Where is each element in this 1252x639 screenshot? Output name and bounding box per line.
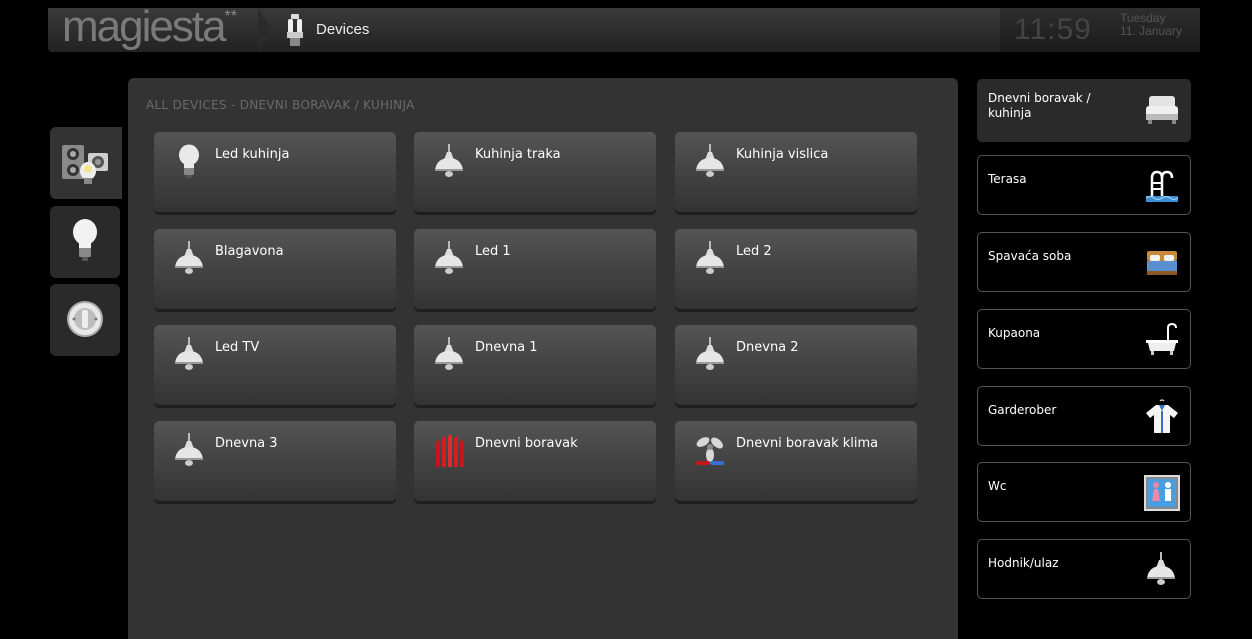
device-tile[interactable]: Blagavona [154, 229, 396, 309]
room-button[interactable]: Spavaća soba [977, 232, 1191, 292]
lamp-icon [1144, 552, 1180, 588]
room-label: Hodnik/ulaz [988, 556, 1059, 570]
room-label: Dnevni boravak / kuhinja [988, 91, 1091, 120]
device-label: Dnevni boravak [475, 436, 578, 451]
sofa-icon [1144, 92, 1180, 128]
device-tile[interactable]: Kuhinja vislica [675, 132, 917, 212]
lamp-icon [693, 241, 727, 277]
logo-text: magiesta [62, 2, 227, 51]
lamp-icon [432, 241, 466, 277]
room-label: Wc [988, 479, 1007, 493]
bulb-icon [172, 144, 206, 180]
device-label: Kuhinja traka [475, 147, 561, 162]
shirt-icon [1144, 399, 1180, 435]
lamp-icon [693, 144, 727, 180]
lamp-icon [432, 337, 466, 373]
device-label: Dnevni boravak klima [736, 436, 879, 451]
pool-icon [1144, 168, 1180, 204]
clock-date: Tuesday 11. January [1120, 12, 1182, 38]
lamp-icon [693, 337, 727, 373]
bed-icon [1144, 245, 1180, 281]
device-label: Led TV [215, 340, 260, 355]
clock-day: 11. January [1120, 24, 1182, 38]
device-tile[interactable]: Kuhinja traka [414, 132, 656, 212]
lighting-tab[interactable] [50, 206, 120, 278]
switch-tab[interactable] [50, 284, 120, 356]
breadcrumb-devices[interactable]: Devices [316, 21, 369, 38]
device-label: Kuhinja vislica [736, 147, 829, 162]
device-label: Dnevna 3 [215, 436, 278, 451]
device-label: Led 1 [475, 244, 511, 259]
device-tile[interactable]: Dnevni boravak klima [675, 421, 917, 501]
devices-icon [62, 145, 108, 184]
bathtub-icon [1144, 322, 1180, 358]
room-button[interactable]: Terasa [977, 155, 1191, 215]
lamp-icon [172, 337, 206, 373]
device-label: Led kuhinja [215, 147, 290, 162]
fan-icon [693, 433, 727, 469]
room-button[interactable]: Garderober [977, 386, 1191, 446]
room-button[interactable]: Hodnik/ulaz [977, 539, 1191, 599]
devices-tab[interactable] [50, 127, 122, 199]
device-label: Dnevna 2 [736, 340, 799, 355]
switch-icon [67, 301, 103, 337]
room-button[interactable]: Wc [977, 462, 1191, 522]
room-button[interactable]: Dnevni boravak / kuhinja [977, 79, 1191, 142]
room-label: Terasa [988, 172, 1027, 186]
device-tile[interactable]: Dnevni boravak [414, 421, 656, 501]
room-label: Garderober [988, 403, 1057, 417]
room-button[interactable]: Kupaona [977, 309, 1191, 369]
breadcrumb-separator [258, 8, 272, 52]
energy-bulb-icon [285, 14, 305, 52]
device-label: Dnevna 1 [475, 340, 538, 355]
logo-mark: ** [224, 8, 237, 26]
lamp-icon [432, 144, 466, 180]
wc-icon [1144, 475, 1180, 511]
device-tile[interactable]: Dnevna 3 [154, 421, 396, 501]
device-label: Led 2 [736, 244, 772, 259]
device-tile[interactable]: Led TV [154, 325, 396, 405]
section-title: ALL DEVICES - DNEVNI BORAVAK / KUHINJA [146, 98, 415, 112]
bulb-icon [73, 219, 97, 261]
device-tile[interactable]: Dnevna 1 [414, 325, 656, 405]
device-label: Blagavona [215, 244, 284, 259]
room-label: Kupaona [988, 326, 1041, 340]
clock-panel: 11:59 Tuesday 11. January [1000, 8, 1200, 52]
device-tile[interactable]: Led 1 [414, 229, 656, 309]
magiesta-logo: magiesta** [62, 2, 237, 52]
clock-time: 11:59 [1014, 13, 1092, 46]
device-tile[interactable]: Led kuhinja [154, 132, 396, 212]
lamp-icon [172, 433, 206, 469]
lamp-icon [172, 241, 206, 277]
device-tile[interactable]: Led 2 [675, 229, 917, 309]
device-tile[interactable]: Dnevna 2 [675, 325, 917, 405]
room-label: Spavaća soba [988, 249, 1072, 263]
heater-icon [432, 433, 466, 469]
